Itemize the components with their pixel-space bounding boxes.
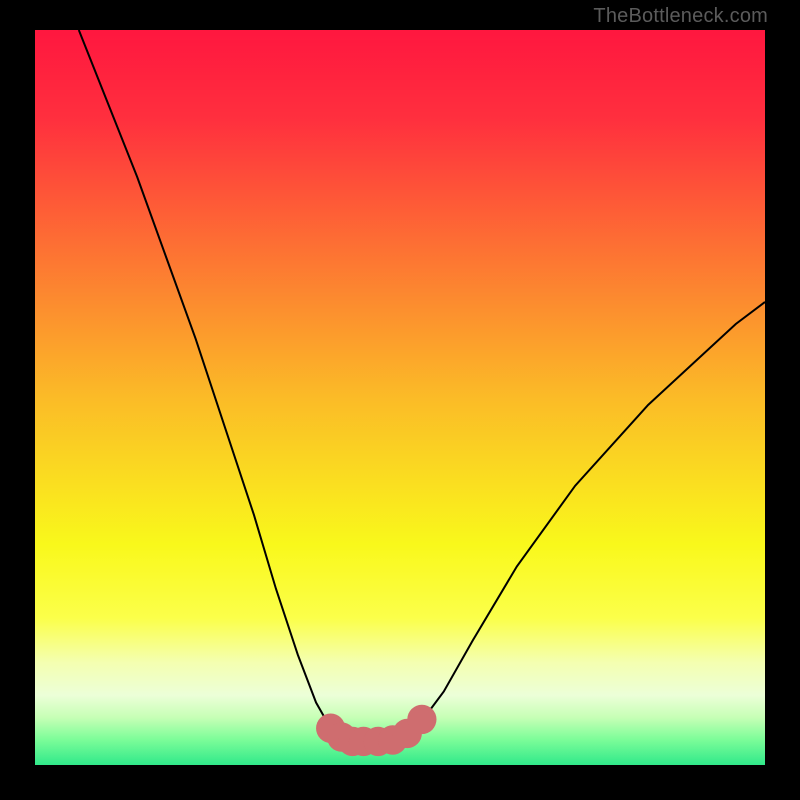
curve-layer	[35, 30, 765, 765]
watermark-text: TheBottleneck.com	[593, 5, 768, 28]
chart-frame: TheBottleneck.com	[0, 0, 800, 800]
bottleneck-curve	[79, 30, 765, 743]
trough-dot	[407, 705, 436, 734]
trough-dots-group	[316, 705, 436, 756]
plot-area	[35, 30, 765, 765]
